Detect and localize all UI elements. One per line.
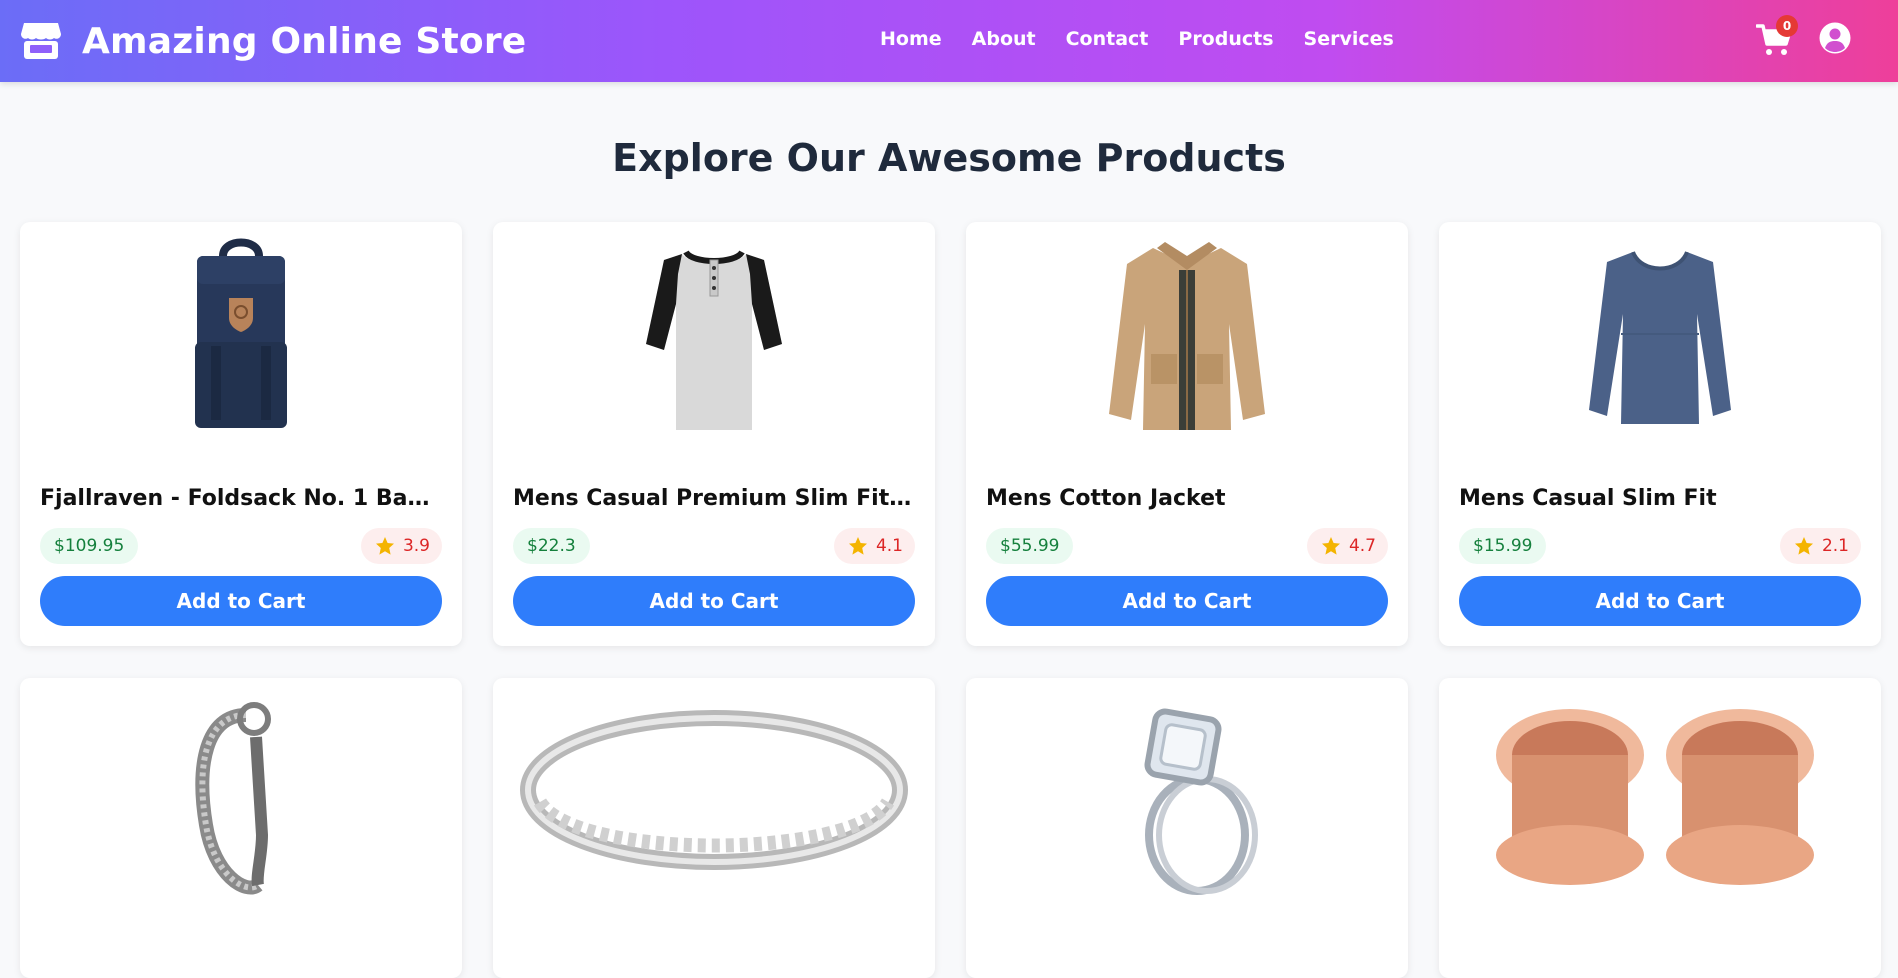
product-image[interactable]	[493, 690, 935, 890]
rating-value: 4.1	[875, 536, 903, 556]
backpack-image	[195, 238, 287, 428]
product-card: Mens Casual Premium Slim Fit T-Shirts $2…	[493, 222, 935, 646]
price-badge: $55.99	[986, 528, 1074, 564]
product-title[interactable]: Fjallraven - Foldsack No. 1 Backpack, Fi…	[40, 486, 442, 511]
product-card	[1439, 678, 1881, 978]
star-icon	[375, 537, 394, 555]
nav-services[interactable]: Services	[1304, 28, 1394, 50]
rating-value: 4.7	[1348, 536, 1376, 556]
product-title[interactable]: Mens Casual Slim Fit	[1459, 486, 1861, 511]
product-card	[966, 678, 1408, 978]
nav-products[interactable]: Products	[1178, 28, 1273, 50]
store-title: Amazing Online Store	[82, 20, 527, 62]
nav-about[interactable]: About	[972, 28, 1036, 50]
rating-badge: 2.1	[1779, 528, 1861, 564]
product-card: Fjallraven - Foldsack No. 1 Backpack, Fi…	[20, 222, 462, 646]
add-to-cart-button[interactable]: Add to Cart	[1459, 576, 1861, 626]
product-image[interactable]	[1439, 690, 1881, 890]
top-navbar: Amazing Online Store Home About Contact …	[0, 0, 1898, 82]
rating-badge: 4.1	[833, 528, 915, 564]
star-icon	[1321, 537, 1340, 555]
product-image[interactable]	[1439, 234, 1881, 434]
plugs-image	[1496, 709, 1814, 885]
tshirt-image	[646, 249, 782, 430]
rating-badge: 4.7	[1306, 528, 1388, 564]
nav-contact[interactable]: Contact	[1066, 28, 1149, 50]
cart-button[interactable]: 0	[1756, 15, 1798, 60]
product-image[interactable]	[20, 690, 462, 895]
rating-value: 3.9	[402, 536, 430, 556]
rating-badge: 3.9	[360, 528, 442, 564]
user-icon[interactable]	[1819, 22, 1851, 54]
star-icon	[1794, 537, 1813, 555]
longsleeve-image	[1589, 251, 1731, 424]
price-badge: $15.99	[1459, 528, 1547, 564]
price-badge: $22.3	[513, 528, 590, 564]
product-card: Mens Cotton Jacket $55.99 4.7 Add to Car…	[966, 222, 1408, 646]
star-icon	[848, 537, 867, 555]
product-card	[20, 678, 462, 978]
main-nav: Home About Contact Products Services	[880, 28, 1424, 50]
add-to-cart-button[interactable]: Add to Cart	[40, 576, 442, 626]
add-to-cart-button[interactable]: Add to Cart	[513, 576, 915, 626]
product-card	[493, 678, 935, 978]
bracelet-image	[195, 702, 271, 895]
product-card: Mens Casual Slim Fit $15.99 2.1 Add to C…	[1439, 222, 1881, 646]
nav-home[interactable]: Home	[880, 28, 942, 50]
product-image[interactable]	[20, 234, 462, 434]
add-to-cart-button[interactable]: Add to Cart	[986, 576, 1388, 626]
product-title[interactable]: Mens Cotton Jacket	[986, 486, 1388, 511]
store-icon	[21, 23, 61, 59]
diamond-ring-image	[1144, 708, 1258, 895]
ring-image	[520, 710, 908, 870]
brand[interactable]: Amazing Online Store	[20, 18, 526, 64]
product-image[interactable]	[966, 690, 1408, 895]
page-title: Explore Our Awesome Products	[612, 136, 1286, 180]
product-image[interactable]	[966, 234, 1408, 434]
jacket-image	[1109, 242, 1265, 430]
price-badge: $109.95	[40, 528, 139, 564]
product-title[interactable]: Mens Casual Premium Slim Fit T-Shirts	[513, 486, 915, 511]
rating-value: 2.1	[1821, 536, 1849, 556]
cart-count-badge: 0	[1776, 15, 1798, 37]
product-image[interactable]	[493, 234, 935, 434]
